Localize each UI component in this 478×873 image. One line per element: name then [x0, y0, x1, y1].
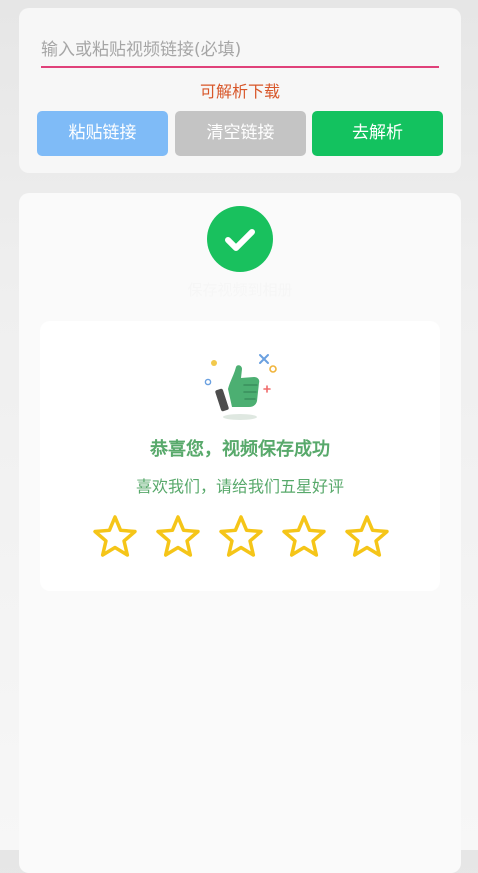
star-3-icon[interactable] — [217, 513, 265, 561]
save-success-title: 恭喜您，视频保存成功 — [150, 439, 330, 460]
star-5-icon[interactable] — [343, 513, 391, 561]
star-1-icon[interactable] — [91, 513, 139, 561]
rating-request-text: 喜欢我们，请给我们五星好评 — [135, 477, 344, 496]
star-2-icon[interactable] — [154, 513, 202, 561]
save-status-text: 保存视频到相册 — [187, 281, 293, 299]
paste-link-button[interactable]: 粘贴链接 — [37, 111, 168, 156]
result-card: 保存视频到相册 恭喜您，视频保存成功 喜欢我们，请给我们五星好评 — [19, 193, 461, 873]
praise-card: 恭喜您，视频保存成功 喜欢我们，请给我们五星好评 — [40, 321, 440, 591]
parse-hint-text: 可解析下载 — [199, 82, 280, 101]
clear-link-button[interactable]: 清空链接 — [175, 111, 306, 156]
thumbs-up-icon — [204, 354, 277, 420]
parse-button[interactable]: 去解析 — [312, 111, 443, 156]
star-4-icon[interactable] — [280, 513, 328, 561]
check-circle-icon — [207, 206, 273, 272]
star-rating — [91, 513, 391, 561]
link-input-card: 可解析下载 粘贴链接 清空链接 去解析 — [19, 8, 461, 173]
video-link-input[interactable] — [41, 34, 439, 68]
